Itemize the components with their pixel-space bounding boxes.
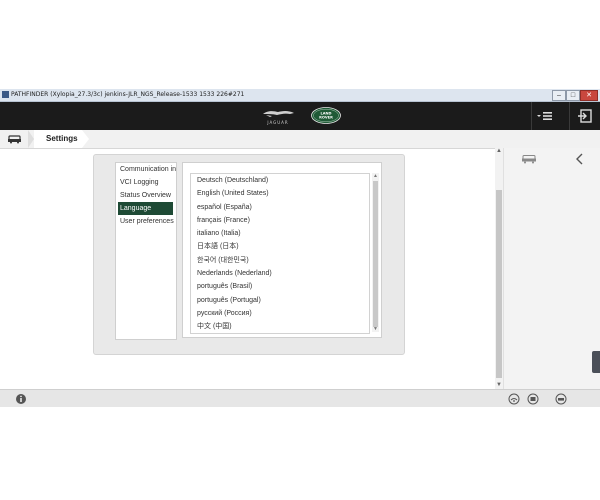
language-option[interactable]: 日本語 (日本) [191,240,369,253]
right-side-panel [503,148,600,389]
close-button[interactable]: ✕ [580,90,598,101]
breadcrumb-settings[interactable]: Settings [34,130,82,148]
main-scrollbar[interactable]: ▲ ▼ [495,148,503,389]
language-option[interactable]: italiano (Italia) [191,227,369,240]
vehicle-status-icon[interactable] [555,393,567,405]
main-menu-button[interactable] [531,102,558,130]
network-icon[interactable] [508,393,520,405]
top-bar: JAGUAR LAND ROVER [0,102,600,130]
breadcrumb: Settings [0,130,600,149]
language-list-scrollbar[interactable]: ▲ ▼ [372,173,379,332]
scroll-down-icon[interactable]: ▼ [372,326,379,332]
language-option[interactable]: español (España) [191,201,369,214]
scroll-up-icon[interactable]: ▲ [372,173,379,179]
menu-icon [537,112,552,120]
vehicle-tab[interactable] [0,130,28,148]
settings-nav-user-preferences[interactable]: User preferences [116,215,176,228]
language-option[interactable]: русский (Россия) [191,307,369,320]
land-rover-logo: LAND ROVER [311,107,341,124]
back-chevron-icon[interactable] [572,151,588,167]
scroll-up-icon[interactable]: ▲ [495,148,503,155]
window-title: PATHFINDER (Xylopia_27.3/3c) jenkins-JLR… [11,91,245,98]
language-option[interactable]: 한국어 (대한민국) [191,254,369,267]
language-panel: Deutsch (Deutschland) English (United St… [182,162,382,338]
window-titlebar: PATHFINDER (Xylopia_27.3/3c) jenkins-JLR… [0,89,600,102]
exit-icon [578,109,592,123]
language-option[interactable]: français (France) [191,214,369,227]
app-icon [2,91,9,98]
settings-nav-vci-logging[interactable]: VCI Logging [116,176,176,189]
language-option[interactable]: português (Portugal) [191,294,369,307]
vci-icon[interactable] [527,393,539,405]
language-list[interactable]: Deutsch (Deutschland) English (United St… [190,173,370,334]
side-drawer-handle[interactable] [592,351,600,373]
language-list-scroll-thumb[interactable] [373,181,378,327]
language-option[interactable]: português (Brasil) [191,280,369,293]
main-content: Communication in VCI Logging Status Over… [0,149,495,389]
info-icon[interactable] [15,393,27,405]
settings-nav-communication[interactable]: Communication in [116,163,176,176]
language-option[interactable]: English (United States) [191,187,369,200]
vehicle-icon [8,135,21,144]
settings-nav-language[interactable]: Language [118,202,173,215]
language-option[interactable]: Deutsch (Deutschland) [191,174,369,187]
vehicle-icon[interactable] [521,154,537,164]
status-bar [0,389,600,407]
jaguar-logo-text: JAGUAR [266,120,288,125]
application-window: PATHFINDER (Xylopia_27.3/3c) jenkins-JLR… [0,89,600,407]
breadcrumb-arrow [82,130,89,148]
land-rover-logo-line2: ROVER [319,116,333,120]
scroll-down-icon[interactable]: ▼ [495,382,503,389]
settings-panel: Communication in VCI Logging Status Over… [93,154,405,355]
main-scroll-thumb[interactable] [496,190,502,378]
settings-nav: Communication in VCI Logging Status Over… [115,162,177,340]
language-option[interactable]: 中文 (中国) [191,320,369,333]
settings-nav-status-overview[interactable]: Status Overview [116,189,176,202]
language-option[interactable]: Nederlands (Nederland) [191,267,369,280]
minimize-button[interactable]: – [552,90,566,101]
exit-button[interactable] [569,102,600,130]
maximize-button[interactable]: □ [566,90,580,101]
jaguar-logo: JAGUAR [263,111,294,125]
